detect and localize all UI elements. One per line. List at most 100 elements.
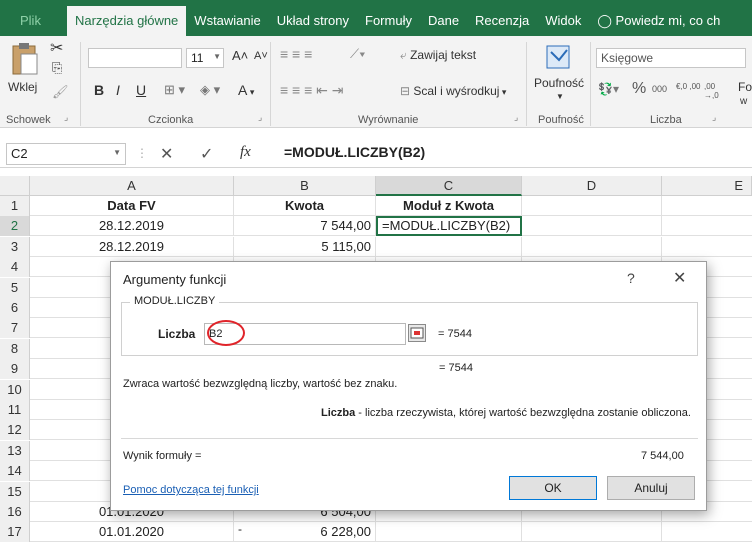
wrap-text-icon: ⤶ <box>400 48 411 62</box>
cell-d[interactable] <box>522 522 662 543</box>
row-header[interactable]: 2 <box>0 216 30 237</box>
row-header[interactable]: 15 <box>0 481 30 502</box>
orientation-icon[interactable]: ⟋▾ <box>350 46 365 62</box>
cell-d[interactable] <box>522 236 662 257</box>
cell-c[interactable] <box>376 522 522 543</box>
row-header[interactable]: 17 <box>0 522 30 543</box>
cell-d[interactable] <box>522 216 662 237</box>
row-header[interactable]: 14 <box>0 461 30 482</box>
select-all-corner[interactable] <box>0 176 30 196</box>
cell-b[interactable]: 5 115,00 <box>234 236 376 257</box>
paste-button[interactable]: Wklej <box>8 40 42 98</box>
cancel-button[interactable]: Anuluj <box>607 476 695 500</box>
font-grow-button[interactable]: A˄ <box>232 48 248 63</box>
decrease-decimal-button[interactable]: ,00 →,0 <box>704 82 730 100</box>
italic-button[interactable]: I <box>116 82 120 98</box>
font-size-input[interactable]: 11 ▼ <box>186 48 224 68</box>
row-header[interactable]: 3 <box>0 236 30 257</box>
tab-review[interactable]: Recenzja <box>467 6 537 36</box>
font-name-input[interactable] <box>88 48 182 68</box>
tell-me-search[interactable]: ◯ Powiedz mi, co ch <box>589 6 728 36</box>
borders-icon[interactable]: ⊞ ▾ <box>164 82 185 98</box>
wrap-text-button[interactable]: ⤶ Zawijaj tekst <box>400 48 476 63</box>
cell-a[interactable]: 01.01.2020 <box>30 522 234 543</box>
column-header-a[interactable]: A <box>30 176 234 196</box>
tab-page-layout[interactable]: Układ strony <box>269 6 357 36</box>
cell-d[interactable] <box>522 196 662 216</box>
alignment-launcher-icon[interactable]: ⌟ <box>514 112 518 123</box>
fill-color-icon[interactable]: ◈ ▾ <box>200 82 220 98</box>
close-icon[interactable]: ✕ <box>673 268 686 288</box>
name-box[interactable]: C2 ▼ <box>6 143 126 165</box>
merge-center-button[interactable]: ⊟ Scal i wyśrodkuj ▾ <box>400 84 506 98</box>
cell-b[interactable]: Kwota <box>234 196 376 216</box>
copy-icon[interactable]: ⎘ <box>52 60 62 76</box>
currency-icon[interactable]: 💱▾ <box>598 82 619 96</box>
column-header-b[interactable]: B <box>234 176 376 196</box>
bold-button[interactable]: B <box>94 82 104 98</box>
row-header[interactable]: 5 <box>0 277 30 298</box>
chevron-down-icon: ▼ <box>113 148 121 157</box>
column-header-c[interactable]: C <box>376 176 522 196</box>
thousands-button[interactable]: 000 <box>652 84 667 94</box>
percent-button[interactable]: % <box>632 80 646 98</box>
clipboard-launcher-icon[interactable]: ⌟ <box>64 112 68 123</box>
clipboard-group-label: Schowek <box>6 114 51 126</box>
row-header[interactable]: 9 <box>0 359 30 380</box>
chevron-down-icon: ▾ <box>247 87 255 97</box>
column-header-e[interactable]: E <box>662 176 752 196</box>
table-row: 3 28.12.2019 5 115,00 <box>0 236 752 257</box>
font-shrink-button[interactable]: A˅ <box>254 50 268 62</box>
tab-data[interactable]: Dane <box>420 6 467 36</box>
row-header[interactable]: 10 <box>0 379 30 400</box>
cancel-icon[interactable]: ✕ <box>160 144 173 164</box>
tab-home[interactable]: Narzędzia główne <box>66 6 187 36</box>
cell-b[interactable]: 7 544,00 <box>234 216 376 237</box>
increase-decimal-button[interactable]: €,0 ,00 <box>676 82 702 91</box>
confirm-icon[interactable]: ✓ <box>200 144 213 164</box>
row-header[interactable]: 16 <box>0 502 30 522</box>
row-header[interactable]: 1 <box>0 196 30 216</box>
scissors-icon[interactable]: ✂ <box>50 38 63 58</box>
number-format-select[interactable]: Księgowe <box>596 48 746 68</box>
align-left-icon[interactable]: ≡ ≡ ≡ ⇤ ⇥ <box>280 82 344 99</box>
format-painter-icon[interactable]: 🖌 <box>52 84 69 100</box>
formula-input[interactable]: =MODUŁ.LICZBY(B2) <box>284 144 425 160</box>
row-header[interactable]: 12 <box>0 420 30 441</box>
tab-file[interactable]: Plik <box>0 6 61 36</box>
function-description: Zwraca wartość bezwzględną liczby, warto… <box>123 378 398 390</box>
sensitivity-button[interactable]: Poufność ▼ <box>532 38 586 104</box>
ok-button[interactable]: OK <box>509 476 597 500</box>
cell-c[interactable] <box>376 236 522 257</box>
help-link[interactable]: Pomoc dotycząca tej funkcji <box>123 484 259 496</box>
row-header[interactable]: 11 <box>0 400 30 420</box>
cell-a[interactable]: Data FV <box>30 196 234 216</box>
row-header[interactable]: 6 <box>0 298 30 318</box>
cell-a[interactable]: 28.12.2019 <box>30 236 234 257</box>
highlight-circle <box>207 320 245 346</box>
font-color-button[interactable]: A ▾ <box>238 82 254 98</box>
column-header-d[interactable]: D <box>522 176 662 196</box>
help-icon[interactable]: ? <box>627 270 635 286</box>
row-header[interactable]: 13 <box>0 440 30 461</box>
cell-b[interactable]: 6 228,00 <box>234 522 376 543</box>
align-top-icon[interactable]: ≡ ≡ ≡ <box>280 46 312 62</box>
sensitivity-group-label: Poufność <box>538 114 584 126</box>
insert-function-icon[interactable]: fx <box>240 144 251 161</box>
cell-c[interactable]: Moduł z Kwota <box>376 196 522 216</box>
number-launcher-icon[interactable]: ⌟ <box>712 112 716 123</box>
collapse-dialog-button[interactable] <box>408 324 426 342</box>
tab-formulas[interactable]: Formuły <box>357 6 420 36</box>
tab-insert[interactable]: Wstawianie <box>186 6 268 36</box>
underline-button[interactable]: U <box>136 82 146 98</box>
table-row: 2 28.12.2019 7 544,00 =MODUŁ.LICZBY(B2) <box>0 216 752 237</box>
row-header[interactable]: 4 <box>0 257 30 278</box>
formula-bar-dots-icon: ⋮ <box>136 146 148 160</box>
font-launcher-icon[interactable]: ⌟ <box>258 112 262 123</box>
cell-a[interactable]: 28.12.2019 <box>30 216 234 237</box>
tab-view[interactable]: Widok <box>537 6 589 36</box>
merge-icon: ⊟ <box>400 84 414 98</box>
row-header[interactable]: 8 <box>0 338 30 359</box>
cell-c[interactable]: =MODUŁ.LICZBY(B2) <box>376 216 522 237</box>
row-header[interactable]: 7 <box>0 318 30 339</box>
